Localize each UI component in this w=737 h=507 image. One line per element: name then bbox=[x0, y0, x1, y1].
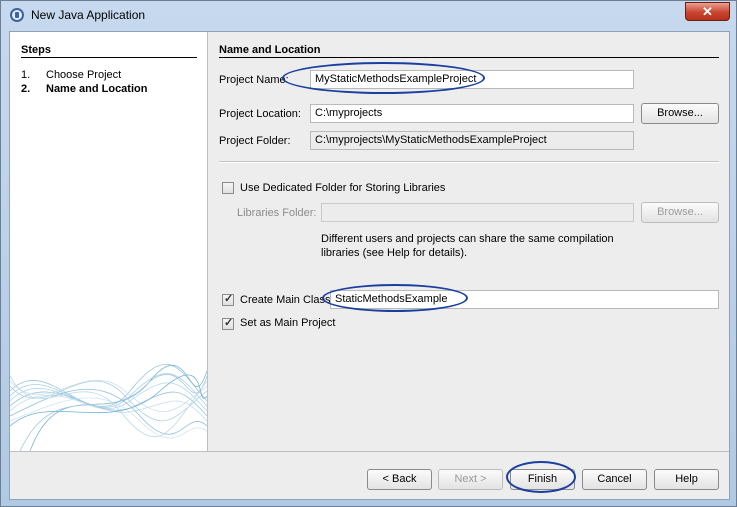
dedicated-folder-checkbox[interactable] bbox=[222, 182, 234, 194]
libraries-help-text: Different users and projects can share t… bbox=[321, 233, 614, 259]
window-title: New Java Application bbox=[31, 8, 146, 22]
section-title: Name and Location bbox=[219, 44, 321, 56]
set-main-project-label: Set as Main Project bbox=[240, 317, 336, 329]
step-label: Name and Location bbox=[46, 83, 148, 95]
name-location-panel: Name and Location Project Name: MyStatic… bbox=[207, 32, 729, 451]
check-icon: ✓ bbox=[224, 293, 234, 305]
main-class-input[interactable]: StaticMethodsExample bbox=[330, 290, 719, 309]
libraries-folder-label: Libraries Folder: bbox=[237, 207, 317, 219]
help-button[interactable]: Help bbox=[654, 469, 719, 490]
steps-panel: Steps 1. Choose Project 2. Name and Locati… bbox=[10, 32, 208, 451]
create-main-class-label: Create Main Class bbox=[240, 294, 331, 306]
browse-location-button[interactable]: Browse... bbox=[641, 103, 719, 124]
project-location-input[interactable]: C:\myprojects bbox=[310, 104, 634, 123]
step-name-and-location: 2. Name and Location bbox=[21, 83, 147, 95]
browse-libraries-button[interactable]: Browse... bbox=[641, 202, 719, 223]
cancel-button[interactable]: Cancel bbox=[582, 469, 647, 490]
back-button[interactable]: < Back bbox=[367, 469, 432, 490]
section-divider bbox=[219, 57, 719, 58]
create-main-class-checkbox[interactable]: ✓ bbox=[222, 293, 234, 306]
project-name-input[interactable]: MyStaticMethodsExampleProject bbox=[310, 70, 634, 89]
step-label: Choose Project bbox=[46, 69, 122, 81]
finish-button[interactable]: Finish bbox=[510, 469, 575, 490]
netbeans-app-icon bbox=[10, 8, 24, 22]
step-choose-project: 1. Choose Project bbox=[21, 69, 121, 81]
close-window-button[interactable]: ✕ bbox=[685, 2, 730, 21]
project-location-label: Project Location: bbox=[219, 108, 301, 120]
dialog-client-area: Steps 1. Choose Project 2. Name and Locati… bbox=[9, 31, 730, 500]
step-number: 1. bbox=[21, 69, 31, 81]
title-bar[interactable]: New Java Application ✕ bbox=[1, 1, 736, 31]
steps-divider bbox=[21, 57, 197, 58]
close-icon: ✕ bbox=[702, 4, 713, 19]
check-icon: ✓ bbox=[224, 317, 234, 329]
button-bar: < Back Next > Finish Cancel Help bbox=[10, 451, 729, 500]
decorative-waves-graphic bbox=[10, 363, 207, 451]
dialog-window: New Java Application ✕ Steps 1. Choose Pr… bbox=[0, 0, 737, 507]
steps-title: Steps bbox=[21, 44, 51, 56]
project-folder-label: Project Folder: bbox=[219, 135, 291, 147]
dedicated-folder-label: Use Dedicated Folder for Storing Librari… bbox=[240, 182, 446, 194]
libraries-folder-input[interactable] bbox=[321, 203, 634, 222]
project-folder-field[interactable]: C:\myprojects\MyStaticMethodsExampleProj… bbox=[310, 131, 634, 150]
project-name-label: Project Name: bbox=[219, 74, 289, 86]
next-button[interactable]: Next > bbox=[438, 469, 503, 490]
set-main-project-checkbox[interactable]: ✓ bbox=[222, 317, 234, 330]
step-number: 2. bbox=[21, 83, 31, 95]
section-separator bbox=[219, 161, 719, 163]
